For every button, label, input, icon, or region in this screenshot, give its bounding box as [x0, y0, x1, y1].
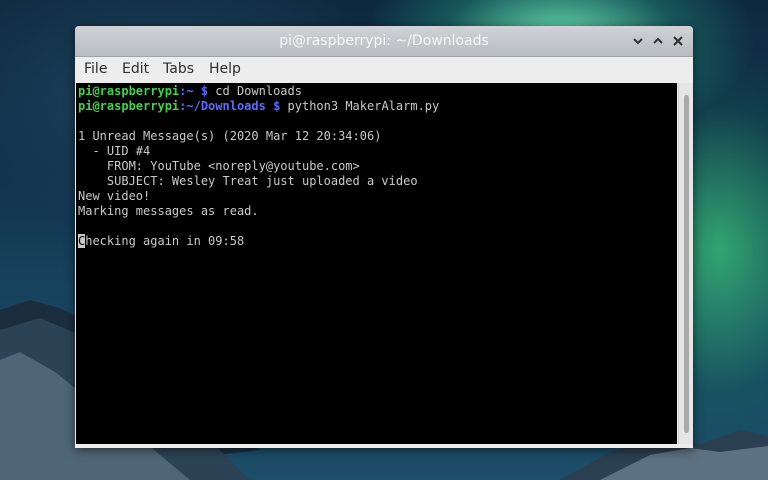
menu-tabs[interactable]: Tabs	[163, 57, 194, 82]
prompt-path: :~	[179, 84, 194, 98]
output-line: FROM: YouTube <noreply@youtube.com>	[78, 159, 360, 173]
vertical-scrollbar[interactable]	[678, 83, 693, 444]
close-icon	[673, 36, 683, 46]
maximize-button[interactable]	[649, 32, 667, 50]
command-text: cd Downloads	[208, 84, 302, 98]
prompt-user: pi@raspberrypi	[78, 84, 180, 98]
chevron-down-icon	[633, 38, 643, 45]
prompt-path: :~/Downloads	[179, 99, 266, 113]
output-line: SUBJECT: Wesley Treat just uploaded a vi…	[78, 174, 418, 188]
output-line: - UID #4	[78, 144, 151, 158]
scrollbar-thumb[interactable]	[684, 95, 689, 433]
terminal-output[interactable]: pi@raspberrypi:~ $ cd Downloads pi@raspb…	[76, 83, 677, 444]
close-button[interactable]	[669, 32, 687, 50]
prompt-line: pi@raspberrypi:~ $ cd Downloads	[78, 84, 302, 99]
output-line: Marking messages as read.	[78, 204, 259, 218]
title-bar[interactable]: pi@raspberrypi: ~/Downloads	[75, 26, 693, 57]
menu-bar: File Edit Tabs Help	[75, 57, 693, 82]
menu-help[interactable]: Help	[209, 57, 241, 82]
prompt-line: pi@raspberrypi:~/Downloads $ python3 Mak…	[78, 99, 439, 114]
output-line: New video!	[78, 189, 151, 203]
minimize-button[interactable]	[629, 32, 647, 50]
menu-file[interactable]: File	[84, 57, 107, 82]
menu-edit[interactable]: Edit	[122, 57, 149, 82]
terminal-window[interactable]: pi@raspberrypi: ~/Downloads File Edit Ta…	[75, 26, 693, 448]
status-line: Checking again in 09:58	[78, 234, 244, 249]
command-text: python3 MakerAlarm.py	[280, 99, 440, 113]
prompt-symbol: $	[193, 84, 209, 98]
window-title: pi@raspberrypi: ~/Downloads	[279, 33, 489, 49]
status-text: hecking again in 09:58	[85, 234, 245, 248]
output-line: 1 Unread Message(s) (2020 Mar 12 20:34:0…	[78, 129, 382, 143]
prompt-user: pi@raspberrypi	[78, 99, 180, 113]
prompt-symbol: $	[265, 99, 281, 113]
chevron-up-icon	[653, 37, 663, 44]
